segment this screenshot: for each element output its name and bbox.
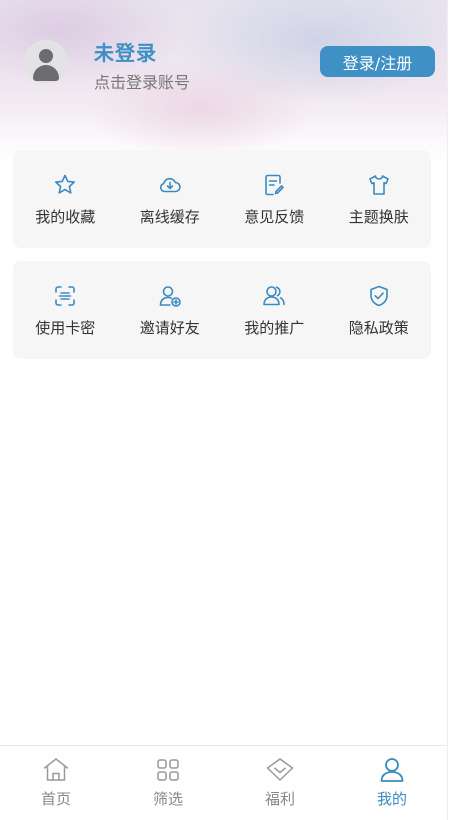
avatar-head-shape	[39, 49, 53, 63]
tab-welfare[interactable]: 福利	[224, 746, 336, 820]
menu-item-privacy-policy[interactable]: 隐私政策	[327, 261, 432, 359]
menu-item-favorites[interactable]: 我的收藏	[13, 150, 118, 248]
card-scan-icon	[55, 286, 76, 306]
tab-mine[interactable]: 我的	[336, 746, 448, 820]
star-icon	[55, 174, 76, 194]
tab-label: 福利	[264, 790, 295, 808]
add-friend-icon	[159, 286, 181, 307]
shield-check-icon	[369, 285, 388, 307]
menu-item-invite-friends[interactable]: 邀请好友	[118, 261, 223, 359]
diamond-icon	[266, 758, 294, 781]
menu-item-label: 隐私政策	[348, 319, 409, 337]
login-register-button[interactable]: 登录/注册	[320, 46, 435, 77]
tab-label: 我的	[376, 790, 407, 808]
feedback-edit-icon	[265, 174, 285, 196]
home-icon	[43, 758, 69, 781]
bottom-tab-bar: 首页 筛选 福利 我的	[0, 745, 448, 820]
menu-item-label: 我的推广	[244, 319, 305, 337]
menu-item-offline-cache[interactable]: 离线缓存	[118, 150, 223, 248]
tshirt-icon	[368, 175, 389, 195]
menu-item-label: 使用卡密	[35, 319, 96, 337]
tab-home[interactable]: 首页	[0, 746, 112, 820]
right-edge-strip	[447, 0, 452, 820]
menu-item-label: 主题换肤	[348, 208, 409, 226]
menu-item-label: 离线缓存	[139, 208, 200, 226]
users-icon	[263, 286, 286, 306]
user-icon	[380, 758, 404, 782]
menu-item-label: 我的收藏	[35, 208, 96, 226]
avatar[interactable]	[24, 40, 68, 84]
menu-item-label: 邀请好友	[139, 319, 200, 337]
menu-item-label: 意见反馈	[244, 208, 305, 226]
menu-card-2: 使用卡密 邀请好友 我的推广 隐私政策	[13, 261, 431, 359]
profile-header: 未登录 点击登录账号 登录/注册	[0, 0, 448, 160]
cloud-download-icon	[159, 177, 181, 193]
tab-filter[interactable]: 筛选	[112, 746, 224, 820]
menu-item-theme[interactable]: 主题换肤	[327, 150, 432, 248]
user-name[interactable]: 未登录	[94, 37, 157, 66]
menu-item-feedback[interactable]: 意见反馈	[222, 150, 327, 248]
tab-label: 筛选	[152, 790, 183, 808]
avatar-body-shape	[33, 65, 59, 81]
profile-page: 未登录 点击登录账号 登录/注册 我的收藏 离线缓存 意见反馈 主题换肤 使用卡…	[0, 0, 448, 820]
menu-item-my-promotion[interactable]: 我的推广	[222, 261, 327, 359]
menu-item-redeem-code[interactable]: 使用卡密	[13, 261, 118, 359]
menu-card-1: 我的收藏 离线缓存 意见反馈 主题换肤	[13, 150, 431, 248]
grid-icon	[157, 759, 179, 781]
tab-label: 首页	[40, 790, 71, 808]
login-hint[interactable]: 点击登录账号	[94, 69, 190, 93]
